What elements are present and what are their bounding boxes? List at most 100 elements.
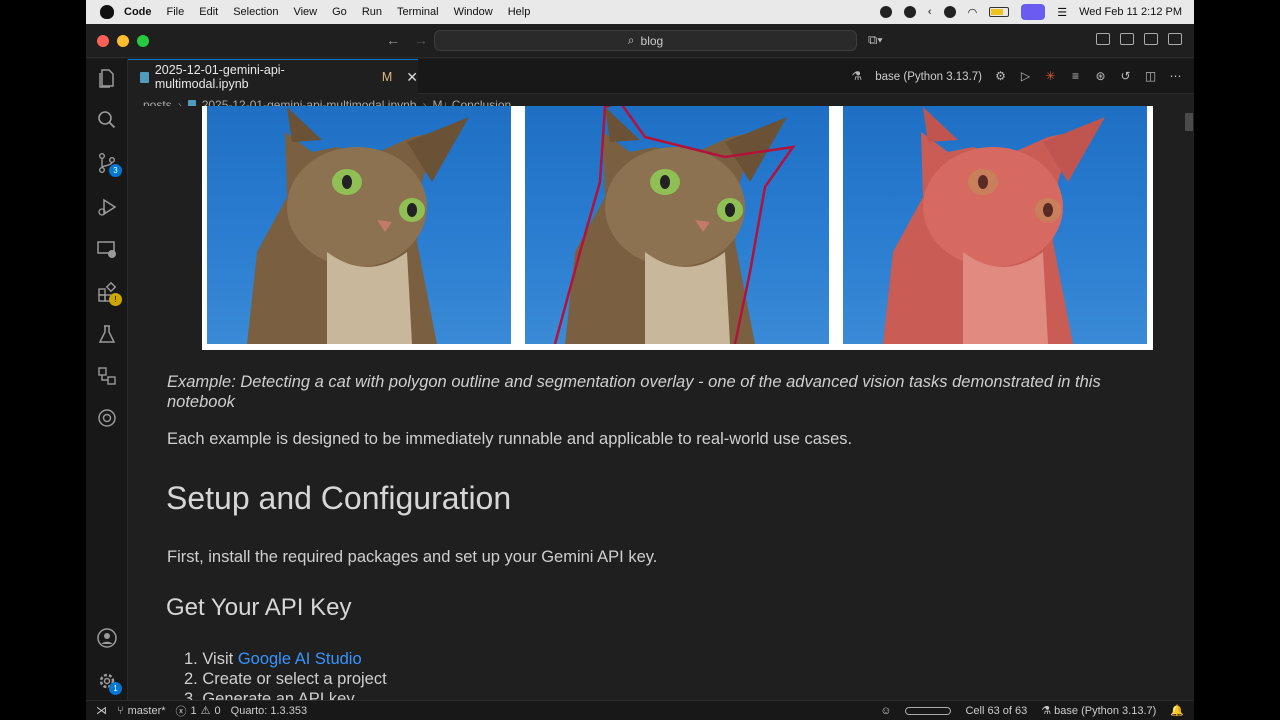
menu-app-code[interactable]: Code [124, 6, 152, 18]
toggle-panel-icon[interactable] [1144, 33, 1158, 45]
claude-icon[interactable]: ✳ [1044, 70, 1057, 83]
play-circle-icon[interactable] [943, 6, 956, 18]
scm-badge: 3 [109, 164, 122, 177]
run-icon[interactable]: ▷ [1019, 70, 1032, 83]
error-count: 1 [190, 704, 197, 717]
cat-segmentation-image [202, 106, 1153, 350]
editor-tab-bar: 2025-12-01-gemini-api-multimodal.ipynb M… [128, 59, 1194, 94]
tab-modified-indicator: M [381, 70, 393, 84]
menu-view[interactable]: View [293, 6, 317, 18]
minimize-window-button[interactable] [117, 34, 129, 47]
warning-count: 0 [214, 704, 221, 717]
google-ai-studio-link[interactable]: Google AI Studio [238, 650, 362, 668]
notebook-toolbar: ⚗ base (Python 3.13.7) ⚙ ▷ ✳ ≡ ⊛ ↺ ◫ ⋯ [850, 59, 1182, 94]
cat-photo-polygon-outline [525, 106, 829, 344]
status-bar: ⋊ ⑂ master* ⓧ 1 ⚠ 0 Quarto: 1.3.353 ☺ Ce… [86, 700, 1194, 720]
scrollbar-thumb[interactable] [1185, 113, 1193, 131]
notebook-editor[interactable]: Example: Detecting a cat with polygon ou… [128, 106, 1194, 700]
copilot-icon[interactable]: ⧉▾ [868, 32, 883, 48]
wifi-icon[interactable]: ◠ [968, 6, 978, 19]
toggle-secondary-sidebar-icon[interactable] [1168, 33, 1182, 45]
editor-tab-active[interactable]: 2025-12-01-gemini-api-multimodal.ipynb M… [128, 59, 418, 94]
explorer-icon[interactable] [96, 67, 118, 89]
warning-icon: ⚠ [200, 705, 211, 717]
settings-badge: 1 [109, 682, 122, 695]
menu-terminal[interactable]: Terminal [397, 6, 439, 18]
list-item: 3. Generate an API key [184, 690, 355, 700]
menu-window[interactable]: Window [454, 6, 493, 18]
copilot-status-icon[interactable]: ☺ [880, 705, 891, 717]
tab-title: 2025-12-01-gemini-api-multimodal.ipynb [154, 63, 285, 91]
screen-mirroring-icon[interactable] [1021, 4, 1046, 20]
kernel-flask-icon: ⚗ [851, 69, 863, 83]
remote-explorer-icon[interactable] [96, 238, 118, 260]
heading-setup: Setup and Configuration [166, 480, 512, 516]
macos-menu-bar: Code File Edit Selection View Go Run Ter… [86, 0, 1194, 24]
run-debug-icon[interactable] [96, 196, 118, 218]
control-center-icon[interactable]: ☰ [1057, 6, 1067, 19]
menubar-clock[interactable]: Wed Feb 11 2:12 PM [1079, 6, 1182, 18]
command-center-search[interactable]: ⌕ blog [434, 30, 857, 51]
revert-icon[interactable]: ↺ [1119, 70, 1132, 83]
kernel-status[interactable]: ⚗ base (Python 3.13.7) [1041, 704, 1156, 717]
branch-name: master* [127, 704, 166, 717]
menu-go[interactable]: Go [332, 6, 347, 18]
gear-icon[interactable]: ⚙ [994, 70, 1007, 83]
settings-icon[interactable]: 1 [96, 670, 122, 695]
command-center-text: blog [640, 33, 664, 48]
record-icon[interactable] [879, 6, 892, 18]
customize-layout-icon[interactable] [1096, 33, 1110, 45]
cell-position[interactable]: Cell 63 of 63 [965, 705, 1027, 717]
account-icon[interactable] [96, 627, 118, 649]
binoculars-icon[interactable] [903, 6, 916, 18]
error-icon: ⓧ [175, 705, 187, 718]
extensions-icon[interactable]: ! [96, 281, 122, 306]
traffic-lights [97, 34, 149, 47]
apple-icon[interactable] [100, 5, 114, 19]
menu-run[interactable]: Run [362, 6, 382, 18]
testing-icon[interactable] [96, 323, 118, 345]
close-tab-icon[interactable]: ✕ [406, 69, 418, 86]
list-item: 1. Visit Google AI Studio [184, 650, 362, 668]
menu-selection[interactable]: Selection [233, 6, 278, 18]
zoom-window-button[interactable] [137, 34, 149, 47]
menu-file[interactable]: File [167, 6, 185, 18]
image-caption: Example: Detecting a cat with polygon ou… [167, 373, 1101, 411]
vscode-window: ← → ⌕ blog ⧉▾ 3 ! 1 2025-12-01-gemini-ap… [86, 24, 1194, 720]
notebook-file-icon [140, 71, 149, 83]
diagram-icon[interactable] [96, 365, 118, 387]
back-arrow-icon[interactable]: ← [386, 32, 400, 48]
status-bar-right: ☺ Cell 63 of 63 ⚗ base (Python 3.13.7) 🔔 [880, 704, 1194, 718]
menubar-status-area: ‹ ◠ ☰ Wed Feb 11 2:12 PM [879, 4, 1194, 20]
branch-indicator[interactable]: ⑂ master* [117, 705, 166, 717]
extensions-warning-badge: ! [109, 293, 122, 306]
menu-edit[interactable]: Edit [199, 6, 218, 18]
chevron-left-icon[interactable]: ‹ [928, 6, 932, 18]
more-actions-icon[interactable]: ⋯ [1169, 70, 1182, 83]
remote-indicator-icon[interactable]: ⋊ [96, 704, 107, 717]
list-item: 2. Create or select a project [184, 670, 387, 688]
source-control-icon[interactable]: 3 [96, 152, 122, 177]
outline-icon[interactable]: ≡ [1069, 70, 1082, 83]
editor-scrollbar[interactable] [1180, 106, 1194, 700]
split-editor-icon[interactable]: ◫ [1144, 70, 1157, 83]
toggle-primary-sidebar-icon[interactable] [1120, 33, 1134, 45]
openai-icon[interactable]: ⊛ [1094, 70, 1107, 83]
menu-help[interactable]: Help [508, 6, 531, 18]
forward-arrow-icon[interactable]: → [414, 32, 428, 48]
kernel-selector[interactable]: base (Python 3.13.7) [875, 71, 982, 83]
close-window-button[interactable] [97, 34, 109, 47]
layout-controls [1096, 33, 1182, 45]
search-icon[interactable] [96, 109, 118, 131]
nav-arrows: ← → [386, 32, 428, 48]
flask-icon: ⚗ [1041, 705, 1052, 717]
paragraph-runnable: Each example is designed to be immediate… [167, 430, 853, 448]
cat-photo-original [207, 106, 511, 344]
battery-icon[interactable] [989, 7, 1010, 17]
problems-indicator[interactable]: ⓧ 1 ⚠ 0 [176, 703, 221, 719]
branch-icon: ⑂ [117, 704, 124, 717]
openai-icon[interactable] [96, 407, 118, 429]
progress-indicator [905, 706, 952, 715]
notifications-icon[interactable]: 🔔 [1170, 704, 1184, 717]
quarto-version[interactable]: Quarto: 1.3.353 [231, 705, 307, 717]
